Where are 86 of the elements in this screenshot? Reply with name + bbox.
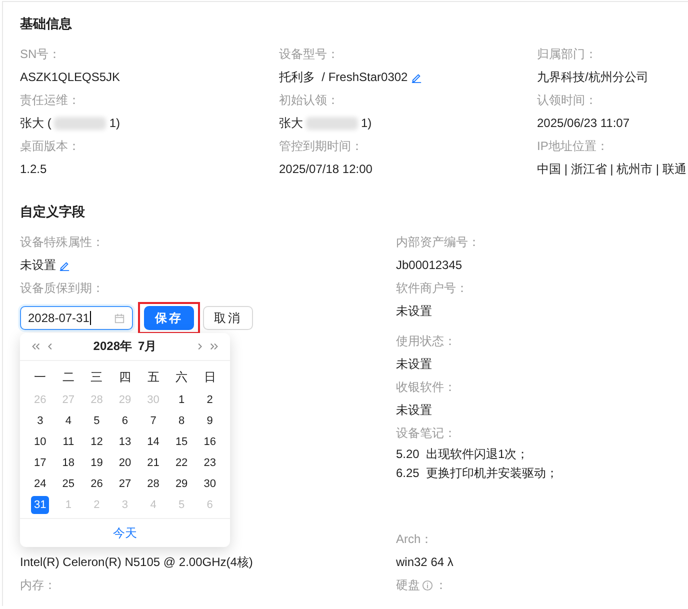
calendar-day[interactable]: 20 (116, 454, 134, 472)
note-line: 6.25 更换打印机并安装驱动； (396, 465, 560, 482)
field-value: ASZK1QLEQS5JK (20, 69, 120, 86)
date-input-field[interactable]: 2028-07-31 (20, 306, 133, 330)
field-value: 1) (361, 115, 372, 132)
calendar-day[interactable]: 23 (200, 454, 219, 472)
calendar-day[interactable]: 16 (200, 433, 219, 451)
calendar-day[interactable]: 4 (59, 412, 78, 430)
field-value: Jb00012345 (396, 257, 462, 274)
field-label: SN号： (20, 46, 62, 63)
field-value: 1) (109, 115, 120, 132)
field-value: 未设置 (396, 402, 432, 419)
calendar-day[interactable]: 26 (88, 475, 106, 493)
field-value: win32 64 λ (396, 554, 454, 571)
calendar-day[interactable]: 14 (144, 433, 162, 451)
field-label: 使用状态： (396, 333, 457, 350)
field-value: 2025/07/18 12:00 (279, 161, 372, 178)
field-value: 未设置 (20, 257, 56, 274)
note-line: 5.20 出现软件闪退1次； (396, 446, 530, 463)
cancel-button[interactable]: 取消 (203, 306, 253, 330)
field-value: 1.2.5 (20, 161, 47, 178)
field-label: 桌面版本： (20, 138, 81, 155)
field-label: 收银软件： (396, 379, 457, 396)
calendar-day[interactable]: 27 (116, 475, 134, 493)
calendar-day[interactable]: 15 (172, 433, 191, 451)
calendar-day[interactable]: 12 (88, 433, 106, 451)
calendar-day[interactable]: 10 (31, 433, 50, 451)
section-title: 自定义字段 (20, 203, 86, 221)
calendar-day[interactable]: 7 (144, 412, 162, 430)
calendar-day[interactable]: 13 (116, 433, 134, 451)
field-value: 未设置 (396, 303, 432, 320)
calendar-day[interactable]: 9 (200, 412, 219, 430)
weekday-label: 三 (90, 369, 104, 386)
calendar-day[interactable]: 2 (200, 391, 219, 409)
weekday-label: 二 (61, 369, 76, 386)
calendar-day[interactable]: 24 (31, 475, 50, 493)
calendar-day[interactable]: 3 (31, 412, 50, 430)
section-title: 基础信息 (20, 15, 73, 33)
field-label: IP地址位置： (537, 138, 610, 155)
field-value: Intel(R) Celeron(R) N5105 @ 2.00GHz(4核) (20, 554, 253, 571)
field-label: 设备质保到期： (20, 280, 105, 297)
field-label: 内存： (20, 577, 57, 594)
weekday-label: 五 (146, 369, 160, 386)
field-label: 认领时间： (537, 92, 598, 109)
field-value: 中国 | 浙江省 | 杭州市 | 联通 (537, 161, 686, 178)
calendar-day[interactable]: 18 (59, 454, 78, 472)
calendar-day[interactable]: 28 (144, 475, 162, 493)
calendar-day[interactable]: 11 (59, 433, 78, 451)
field-label: 设备笔记： (396, 425, 457, 442)
field-label: 内部资产编号： (396, 234, 481, 251)
colon: ： (435, 577, 447, 594)
field-label: 管控到期时间： (279, 138, 364, 155)
field-value: 2025/06/23 11:07 (537, 115, 630, 132)
field-value: 九界科技/杭州分公司 (537, 69, 648, 86)
field-value: 未设置 (396, 356, 432, 373)
month-label[interactable]: 7月 (138, 338, 157, 355)
calendar-day[interactable]: 30 (200, 475, 219, 493)
calendar-day[interactable]: 1 (172, 391, 191, 409)
field-label: 软件商户号： (396, 280, 469, 297)
calendar-day[interactable]: 25 (59, 475, 78, 493)
calendar-day[interactable]: 21 (144, 454, 162, 472)
field-label: 硬盘 (396, 577, 420, 594)
today-link[interactable]: 今天 (113, 526, 137, 540)
weekday-label: 日 (202, 369, 217, 386)
field-value: 托利多 / FreshStar0302 (279, 69, 408, 86)
save-button[interactable]: 保存 (144, 306, 194, 330)
calendar-day[interactable]: 22 (172, 454, 191, 472)
field-value: 张大 (279, 115, 303, 132)
calendar-day[interactable]: 5 (88, 412, 106, 430)
weekday-label: 四 (118, 369, 132, 386)
weekday-label: 六 (174, 369, 189, 386)
field-label: 设备型号： (279, 46, 340, 63)
year-label[interactable]: 2028年 (93, 338, 132, 355)
calendar-day[interactable]: 19 (88, 454, 106, 472)
field-label: 归属部门： (537, 46, 598, 63)
calendar-day[interactable]: 8 (172, 412, 191, 430)
calendar-day[interactable]: 31 (31, 496, 50, 514)
field-label: 责任运维： (20, 92, 81, 109)
weekday-label: 一 (33, 369, 48, 386)
field-value: 张大 ( (20, 115, 52, 132)
field-label: 设备特殊属性： (20, 234, 105, 251)
field-label: 初始认领： (279, 92, 340, 109)
calendar-day[interactable]: 29 (172, 475, 191, 493)
calendar-day[interactable]: 6 (116, 412, 134, 430)
field-label: Arch： (396, 531, 434, 548)
calendar-day[interactable]: 17 (31, 454, 50, 472)
